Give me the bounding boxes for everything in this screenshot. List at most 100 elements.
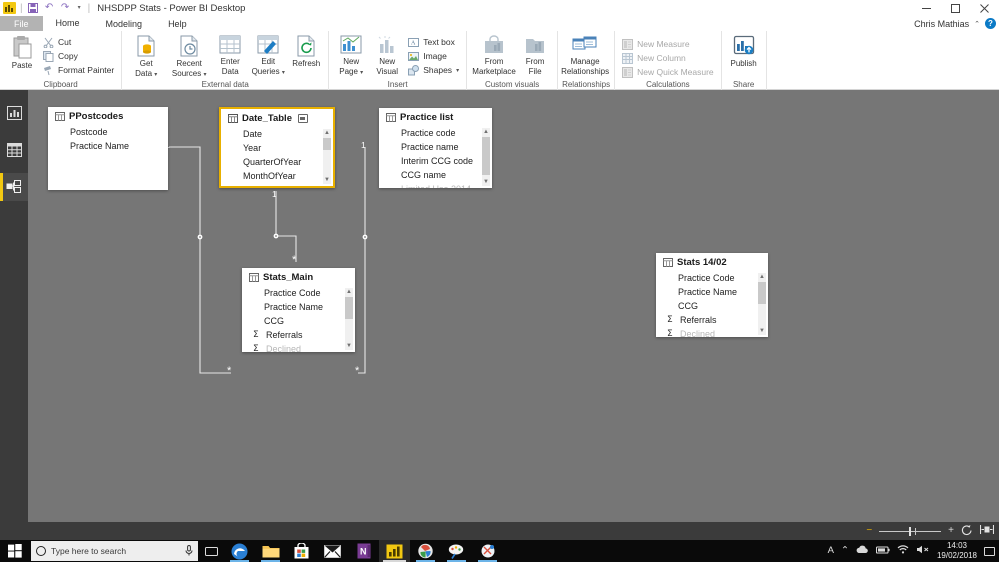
- chevron-down-icon[interactable]: ▾: [204, 72, 207, 78]
- shapes-button[interactable]: Shapes ▾: [405, 63, 462, 77]
- new-visual-button[interactable]: New Visual: [369, 33, 405, 76]
- table-scrollbar[interactable]: ▲ ▼: [758, 273, 766, 335]
- field-row[interactable]: Postcode: [70, 125, 168, 139]
- field-row[interactable]: Year: [243, 141, 333, 155]
- field-row-measure[interactable]: Σ Referrals: [253, 328, 355, 342]
- field-row[interactable]: Practice Name: [70, 139, 168, 153]
- minimize-button[interactable]: [912, 0, 941, 16]
- zoom-slider[interactable]: [879, 526, 942, 536]
- scroll-up-icon[interactable]: ▲: [758, 273, 766, 281]
- save-icon[interactable]: [27, 2, 40, 15]
- field-row[interactable]: QuarterOfYear: [243, 155, 333, 169]
- zoom-out-button[interactable]: −: [866, 526, 872, 536]
- maximize-button[interactable]: [941, 0, 970, 16]
- new-column-button[interactable]: New Column: [619, 51, 717, 65]
- sidebar-item-relationships-view[interactable]: [0, 173, 28, 201]
- scroll-down-icon[interactable]: ▼: [482, 178, 490, 186]
- speaker-muted-icon[interactable]: [916, 545, 930, 557]
- status-bar[interactable]: − +: [0, 522, 999, 540]
- scroll-up-icon[interactable]: ▲: [345, 288, 353, 296]
- tab-home[interactable]: Home: [42, 16, 93, 31]
- notification-icon[interactable]: [984, 546, 995, 556]
- sidebar-item-data-view[interactable]: [0, 136, 28, 164]
- excel-icon[interactable]: [410, 540, 441, 562]
- help-icon[interactable]: ?: [985, 18, 996, 29]
- table-fields-stats-main[interactable]: Practice Code Practice Name CCG Σ Referr…: [242, 286, 355, 352]
- field-row[interactable]: Practice Code: [678, 271, 768, 285]
- field-row[interactable]: Practice Name: [678, 285, 768, 299]
- microphone-icon[interactable]: [185, 544, 193, 558]
- chevron-up-icon[interactable]: ⌃: [974, 20, 980, 28]
- file-explorer-icon[interactable]: [255, 540, 286, 562]
- format-painter-button[interactable]: Format Painter: [40, 63, 117, 77]
- search-input[interactable]: Type here to search: [31, 541, 198, 561]
- tab-help[interactable]: Help: [155, 16, 200, 31]
- scrollbar-thumb[interactable]: [323, 138, 331, 150]
- table-scrollbar[interactable]: ▲ ▼: [482, 128, 490, 186]
- scrollbar-thumb[interactable]: [482, 137, 490, 175]
- manage-relationships-button[interactable]: Manage Relationships: [561, 33, 609, 76]
- table-card-stats-1402[interactable]: Stats 14/02 Practice Code Practice Name …: [656, 253, 768, 337]
- table-fields-ppostcodes[interactable]: Postcode Practice Name: [48, 125, 168, 190]
- field-row[interactable]: Practice Name: [264, 300, 355, 314]
- field-row[interactable]: Limited Use 2014: [401, 182, 492, 188]
- table-header-stats-main[interactable]: Stats_Main: [242, 268, 355, 286]
- tab-file[interactable]: File: [0, 16, 43, 31]
- get-data-button[interactable]: Get Data ▾: [126, 33, 166, 80]
- ribbon-tab-bar[interactable]: File Home Modeling Help: [0, 16, 999, 31]
- ribbon[interactable]: Paste Cut Copy Format Painter Clipboard …: [0, 31, 999, 90]
- refresh-button[interactable]: Refresh: [288, 33, 324, 69]
- field-row[interactable]: CCG name: [401, 168, 492, 182]
- table-header-date-table[interactable]: Date_Table: [221, 109, 333, 127]
- paint-icon[interactable]: [441, 540, 472, 562]
- new-measure-button[interactable]: New Measure: [619, 37, 717, 51]
- new-page-button[interactable]: New Page ▾: [333, 33, 369, 78]
- table-fields-practice-list[interactable]: Practice code Practice name Interim CCG …: [379, 126, 492, 188]
- table-header-practice-list[interactable]: Practice list: [379, 108, 492, 126]
- field-row[interactable]: Date: [243, 127, 333, 141]
- text-box-button[interactable]: A Text box: [405, 35, 462, 49]
- view-switcher-rail[interactable]: [0, 90, 28, 522]
- close-button[interactable]: [970, 0, 999, 16]
- copy-button[interactable]: Copy: [40, 49, 117, 63]
- window-controls[interactable]: [912, 0, 999, 16]
- table-card-date-table[interactable]: Date_Table Date Year QuarterOfYear Month…: [219, 107, 335, 188]
- language-indicator[interactable]: A: [828, 546, 834, 556]
- field-row-measure[interactable]: Σ Declined: [667, 327, 768, 337]
- new-quick-measure-button[interactable]: New Quick Measure: [619, 65, 717, 79]
- windows-taskbar[interactable]: Type here to search N A ⌃ 14:03 19/02/20…: [0, 540, 999, 562]
- battery-icon[interactable]: [875, 546, 890, 557]
- taskbar-app-icons[interactable]: N: [224, 540, 503, 562]
- power-bi-desktop-icon[interactable]: [379, 540, 410, 562]
- fit-to-screen-icon[interactable]: [979, 524, 995, 538]
- field-row-measure[interactable]: Σ Declined: [253, 342, 355, 352]
- field-row[interactable]: CCG: [264, 314, 355, 328]
- table-card-stats-main[interactable]: Stats_Main Practice Code Practice Name C…: [242, 268, 355, 352]
- zoom-slider-thumb[interactable]: [909, 526, 912, 536]
- wifi-icon[interactable]: [897, 545, 909, 557]
- table-header-ppostcodes[interactable]: PPostcodes: [48, 107, 168, 125]
- table-header-stats-1402[interactable]: Stats 14/02: [656, 253, 768, 271]
- edge-icon[interactable]: [224, 540, 255, 562]
- table-fields-stats-1402[interactable]: Practice Code Practice Name CCG Σ Referr…: [656, 271, 768, 337]
- customize-qat-icon[interactable]: ▾: [75, 2, 84, 15]
- relationships-canvas[interactable]: 1 * 1 * 1 * PPostcodes Postcode Practice…: [28, 90, 999, 522]
- publish-button[interactable]: Publish: [726, 33, 762, 69]
- field-row[interactable]: FinYearNumber: [243, 183, 333, 186]
- field-row[interactable]: MonthOfYear: [243, 169, 333, 183]
- task-view-icon[interactable]: [198, 540, 224, 562]
- snipping-tool-icon[interactable]: [472, 540, 503, 562]
- cloud-icon[interactable]: [856, 545, 869, 557]
- field-row[interactable]: Practice name: [401, 140, 492, 154]
- clock[interactable]: 14:03 19/02/2018: [937, 541, 977, 561]
- recent-sources-button[interactable]: Recent Sources ▾: [166, 33, 212, 80]
- chevron-down-icon[interactable]: ▾: [456, 67, 459, 74]
- redo-icon[interactable]: ↷: [59, 2, 72, 15]
- tab-modeling[interactable]: Modeling: [93, 16, 156, 31]
- start-icon[interactable]: [0, 540, 30, 562]
- field-row[interactable]: CCG: [678, 299, 768, 313]
- cut-button[interactable]: Cut: [40, 35, 117, 49]
- table-card-ppostcodes[interactable]: PPostcodes Postcode Practice Name: [48, 107, 168, 190]
- scroll-down-icon[interactable]: ▼: [323, 176, 331, 184]
- undo-icon[interactable]: ↶: [43, 2, 56, 15]
